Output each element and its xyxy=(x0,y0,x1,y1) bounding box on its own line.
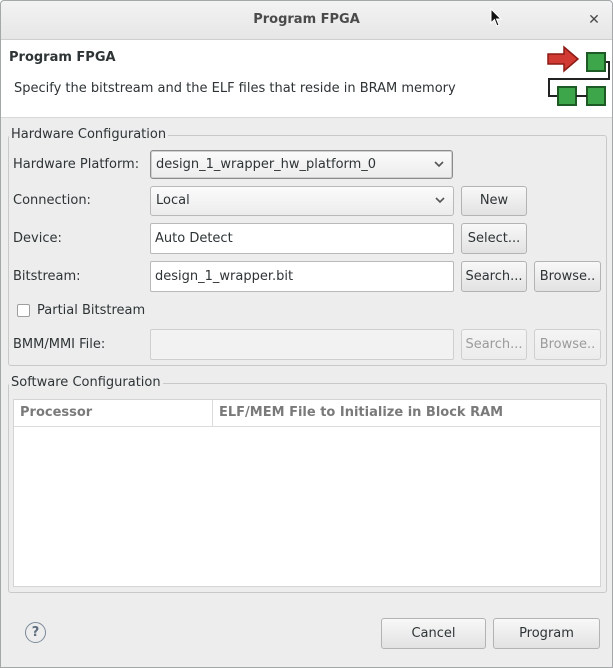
banner-message: Specify the bitstream and the ELF files … xyxy=(14,81,456,96)
software-configuration-label: Software Configuration xyxy=(9,375,163,390)
chevron-down-icon xyxy=(435,197,445,204)
program-button[interactable]: Program xyxy=(493,618,600,649)
connection-combo[interactable]: Local xyxy=(150,186,454,216)
fpga-program-icon xyxy=(546,45,612,111)
bram-elf-table[interactable]: Processor ELF/MEM File to Initialize in … xyxy=(13,399,601,587)
hardware-platform-combo[interactable]: design_1_wrapper_hw_platform_0 xyxy=(150,150,453,179)
cancel-button[interactable]: Cancel xyxy=(381,618,486,649)
hardware-configuration-label: Hardware Configuration xyxy=(9,127,169,142)
bmm-search-button: Search... xyxy=(461,329,527,360)
dialog-banner: Program FPGA Specify the bitstream and t… xyxy=(1,40,612,118)
device-label: Device: xyxy=(13,231,62,246)
bmm-mmi-file-field xyxy=(150,329,454,360)
partial-bitstream-checkbox[interactable] xyxy=(17,304,30,317)
close-icon[interactable]: ✕ xyxy=(585,11,603,29)
bitstream-browse-button[interactable]: Browse.. xyxy=(534,261,601,292)
partial-bitstream-label[interactable]: Partial Bitstream xyxy=(37,303,145,318)
mouse-pointer-icon xyxy=(490,8,503,27)
banner-title: Program FPGA xyxy=(9,50,116,65)
connection-value: Local xyxy=(156,193,190,208)
help-icon[interactable]: ? xyxy=(25,622,46,643)
connection-label: Connection: xyxy=(13,193,91,208)
chevron-down-icon xyxy=(434,161,444,168)
column-header-elf-mem-file[interactable]: ELF/MEM File to Initialize in Block RAM xyxy=(213,400,600,426)
new-connection-button[interactable]: New xyxy=(461,186,527,216)
bmm-mmi-file-label: BMM/MMI File: xyxy=(13,337,106,352)
bitstream-search-button[interactable]: Search... xyxy=(461,261,527,292)
hardware-platform-label: Hardware Platform: xyxy=(13,157,140,172)
select-device-button[interactable]: Select... xyxy=(461,223,527,254)
column-header-processor[interactable]: Processor xyxy=(14,400,213,426)
bitstream-field[interactable]: design_1_wrapper.bit xyxy=(150,261,454,292)
bmm-browse-button: Browse.. xyxy=(534,329,601,360)
bitstream-label: Bitstream: xyxy=(13,269,81,284)
device-field[interactable]: Auto Detect xyxy=(150,223,454,254)
hardware-platform-value: design_1_wrapper_hw_platform_0 xyxy=(156,157,377,172)
title-bar[interactable]: Program FPGA ✕ xyxy=(1,1,612,40)
program-fpga-dialog: Program FPGA ✕ Program FPGA Specify the … xyxy=(0,0,613,668)
window-title: Program FPGA xyxy=(253,12,360,27)
table-header: Processor ELF/MEM File to Initialize in … xyxy=(14,400,600,427)
